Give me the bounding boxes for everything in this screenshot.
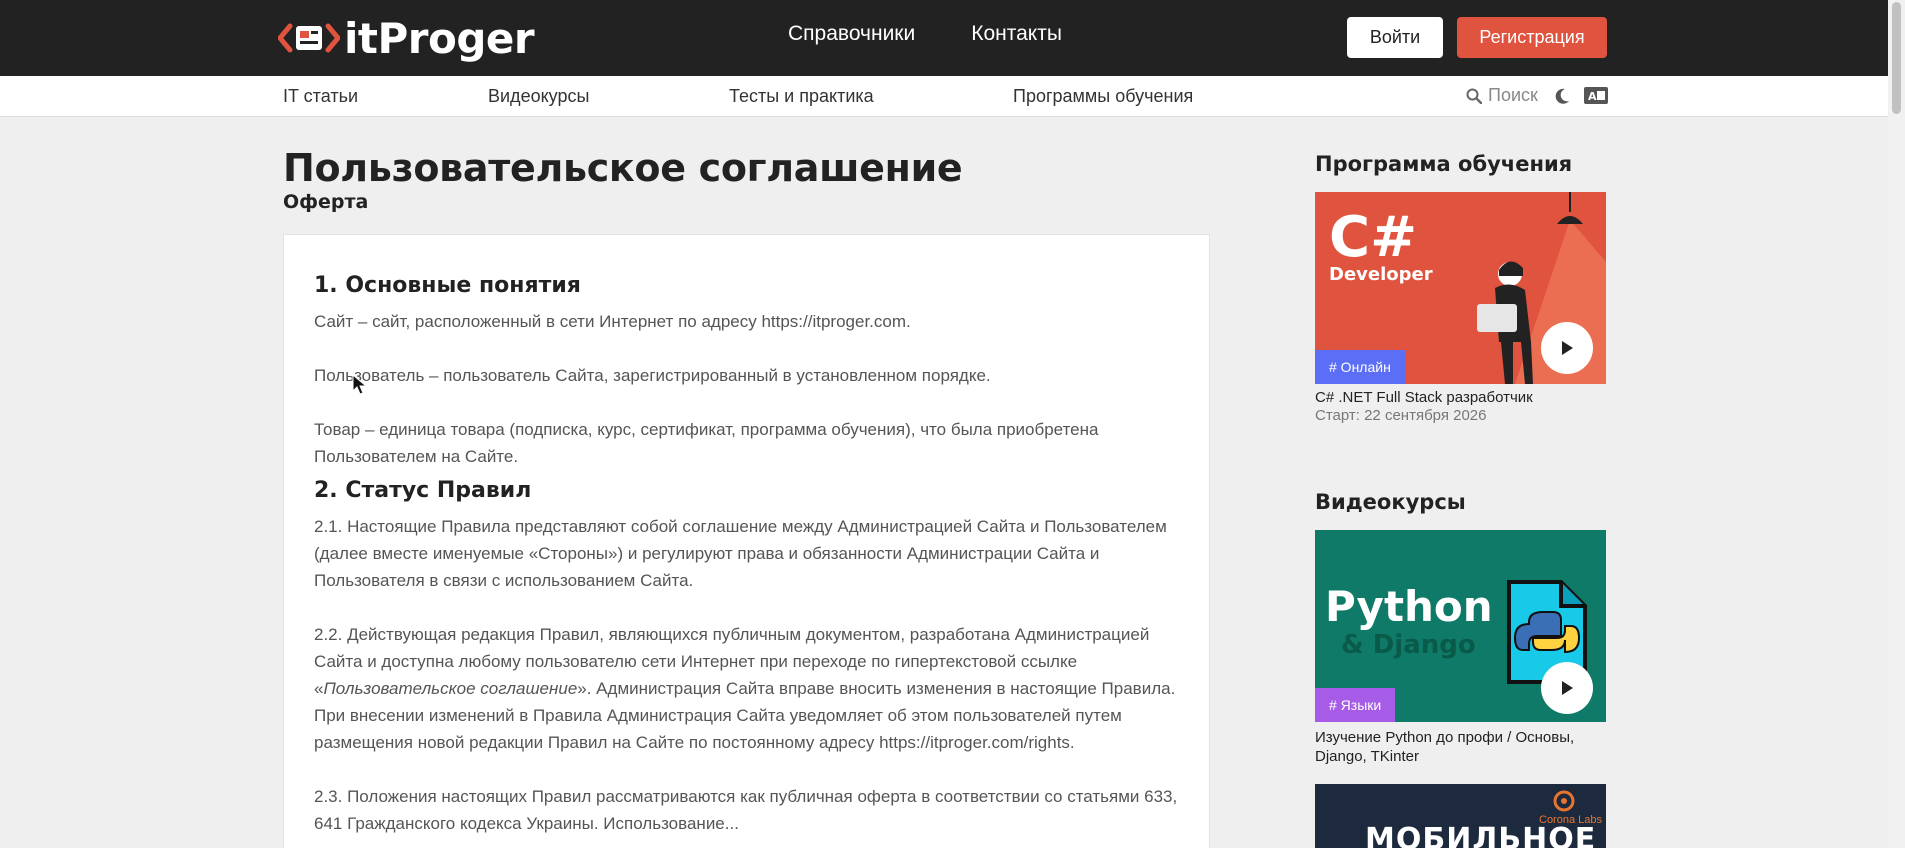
site-logo[interactable]: itProger — [278, 13, 535, 63]
paragraph-user: Пользователь – пользователь Сайта, зарег… — [314, 366, 991, 385]
play-button[interactable] — [1541, 322, 1593, 374]
course-card-image[interactable]: Python & Django # Языки — [1315, 530, 1606, 722]
agreement-card: 1. Основные понятия Сайт – сайт, располо… — [283, 234, 1210, 848]
course-image-subtitle: & Django — [1341, 630, 1476, 660]
search-button[interactable]: Поиск — [1466, 85, 1538, 106]
courses-heading: Видеокурсы — [1315, 490, 1466, 514]
subnav-item-tests[interactable]: Тесты и практика — [729, 86, 874, 107]
moon-icon[interactable] — [1553, 87, 1571, 105]
program-start-date: Старт: 22 сентября 2026 — [1315, 407, 1487, 424]
subnav-item-programs[interactable]: Программы обучения — [1013, 86, 1193, 107]
translate-icon[interactable]: A — [1584, 87, 1608, 104]
program-image-subtitle: Developer — [1329, 264, 1433, 285]
subnav-item-videocourses[interactable]: Видеокурсы — [488, 86, 589, 107]
nav-link-contacts[interactable]: Контакты — [971, 22, 1062, 46]
course-tag[interactable]: # Языки — [1315, 688, 1396, 722]
play-icon — [1562, 341, 1573, 355]
course-image-title: Python — [1325, 582, 1493, 631]
top-header: itProger Справочники Контакты Войти Реги… — [0, 0, 1905, 76]
svg-text:A: A — [1588, 90, 1597, 103]
program-heading: Программа обучения — [1315, 152, 1573, 176]
logo-icon — [278, 23, 340, 53]
paragraph-2-3: 2.3. Положения настоящих Правил рассматр… — [314, 787, 1178, 833]
section-heading-2: 2. Статус Правил — [314, 478, 532, 503]
sub-nav: IT статьи Видеокурсы Тесты и практика Пр… — [0, 76, 1888, 117]
paragraph-2-2: 2.2. Действующая редакция Правил, являющ… — [314, 621, 1194, 756]
course-play-button[interactable] — [1541, 662, 1593, 714]
agreement-content: 1. Основные понятия Сайт – сайт, располо… — [314, 273, 1194, 837]
program-card-image[interactable]: C# Developer # Онлайн — [1315, 192, 1606, 384]
page-scrollbar[interactable] — [1888, 0, 1905, 848]
paragraph-product: Товар – единица товара (подписка, курс, … — [314, 420, 1099, 466]
page-subtitle: Оферта — [283, 191, 369, 213]
paragraph-site: Сайт – сайт, расположенный в сети Интерн… — [314, 312, 911, 331]
subnav-item-articles[interactable]: IT статьи — [283, 86, 358, 107]
nav-link-references[interactable]: Справочники — [788, 22, 915, 46]
play-icon — [1562, 681, 1573, 695]
program-tag[interactable]: # Онлайн — [1315, 350, 1405, 384]
course2-card-image[interactable]: МОБИЛЬНОЕ Corona Labs — [1315, 784, 1606, 848]
logo-text: itProger — [344, 13, 535, 63]
program-title[interactable]: C# .NET Full Stack разработчик — [1315, 388, 1615, 407]
scrollbar-thumb[interactable] — [1892, 2, 1901, 114]
search-icon — [1466, 88, 1482, 104]
program-image-title: C# — [1329, 205, 1418, 270]
login-button[interactable]: Войти — [1347, 17, 1443, 58]
course-title[interactable]: Изучение Python до профи / Основы, Djang… — [1315, 728, 1615, 766]
paragraph-2-1: 2.1. Настоящие Правила представляют собо… — [314, 517, 1167, 590]
corona-logo-icon — [1553, 790, 1575, 812]
section-heading-1: 1. Основные понятия — [314, 273, 581, 298]
register-button[interactable]: Регистрация — [1457, 17, 1607, 58]
search-label: Поиск — [1488, 85, 1538, 105]
top-nav: Справочники Контакты — [788, 22, 1062, 46]
course2-badge: Corona Labs — [1539, 814, 1602, 826]
mouse-cursor-icon — [352, 374, 368, 395]
page-title: Пользовательское соглашение — [283, 146, 963, 190]
agreement-link[interactable]: Пользовательское соглашение — [323, 679, 577, 698]
